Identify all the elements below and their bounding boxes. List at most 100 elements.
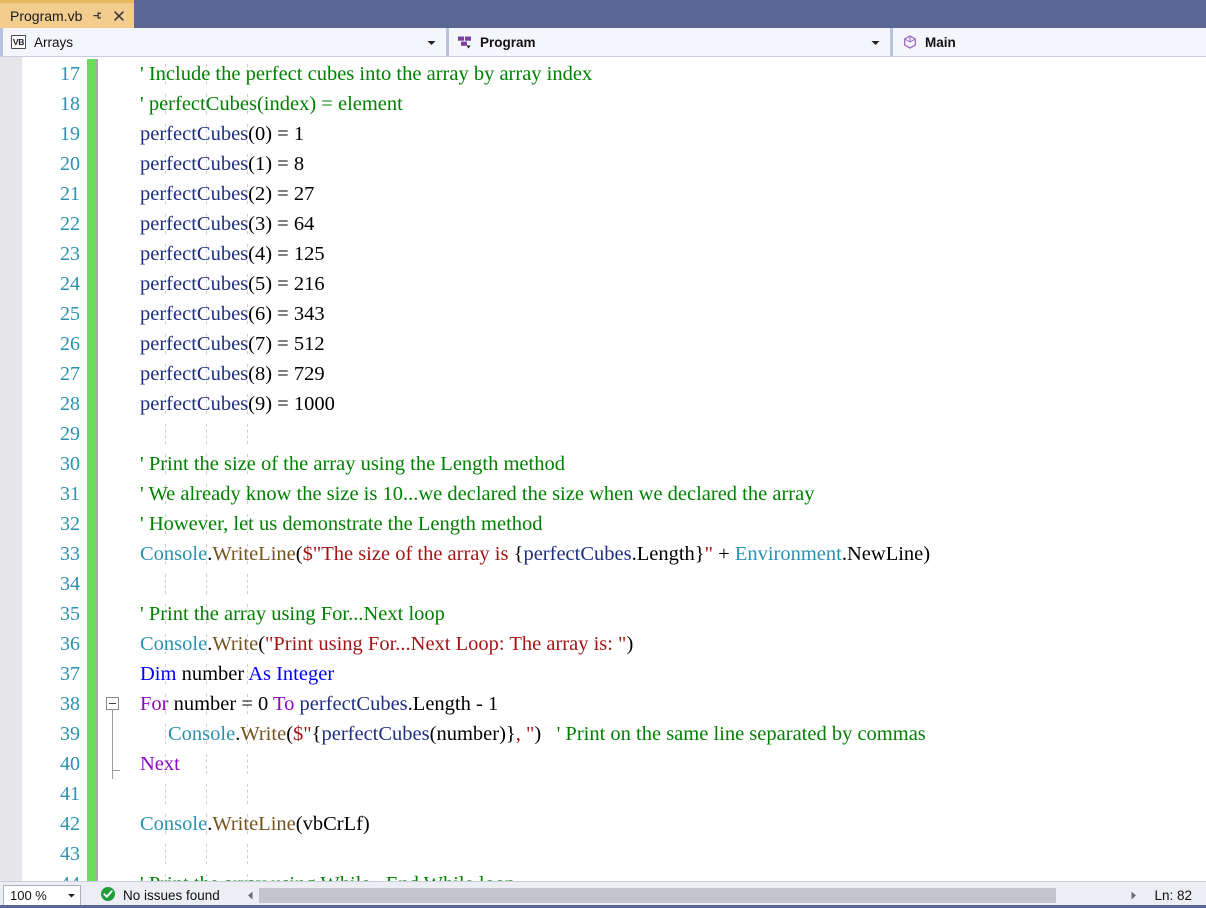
fold-column[interactable] [103, 659, 127, 689]
code-line[interactable]: 34 [22, 569, 1206, 599]
code-line-text[interactable]: For number = 0 To perfectCubes.Length - … [127, 694, 1206, 715]
fold-column[interactable] [103, 749, 127, 779]
code-line[interactable]: 31 ' We already know the size is 10...we … [22, 479, 1206, 509]
code-line[interactable]: 38 For number = 0 To perfectCubes.Length … [22, 689, 1206, 719]
fold-column[interactable] [103, 869, 127, 881]
triangle-right-icon[interactable] [1125, 887, 1142, 904]
code-line[interactable]: 17 ' Include the perfect cubes into the a… [22, 59, 1206, 89]
fold-column[interactable] [103, 299, 127, 329]
scrollbar-thumb[interactable] [258, 887, 1057, 903]
code-line[interactable]: 28 perfectCubes(9) = 1000 [22, 389, 1206, 419]
fold-column[interactable] [103, 389, 127, 419]
code-line[interactable]: 20 perfectCubes(1) = 8 [22, 149, 1206, 179]
zoom-level-dropdown[interactable]: 100 % [3, 884, 81, 906]
code-line[interactable]: 19 perfectCubes(0) = 1 [22, 119, 1206, 149]
code-line-text[interactable]: perfectCubes(3) = 64 [127, 214, 1206, 235]
fold-column[interactable] [103, 359, 127, 389]
triangle-left-icon[interactable] [242, 887, 259, 904]
code-line[interactable]: 29 [22, 419, 1206, 449]
code-line[interactable]: 22 perfectCubes(3) = 64 [22, 209, 1206, 239]
fold-column[interactable] [103, 119, 127, 149]
fold-column[interactable] [103, 839, 127, 869]
code-line-text[interactable]: perfectCubes(7) = 512 [127, 334, 1206, 355]
code-line-text[interactable]: ' Include the perfect cubes into the arr… [127, 64, 1206, 85]
code-line-text[interactable] [127, 843, 1206, 865]
code-line-text[interactable]: perfectCubes(0) = 1 [127, 124, 1206, 145]
fold-column[interactable] [103, 269, 127, 299]
code-line-text[interactable] [127, 423, 1206, 445]
issues-status[interactable]: No issues found [100, 886, 220, 905]
code-line[interactable]: 35 ' Print the array using For...Next loo… [22, 599, 1206, 629]
code-line-text[interactable]: ' We already know the size is 10...we de… [127, 484, 1206, 505]
code-region[interactable]: 17 ' Include the perfect cubes into the a… [22, 57, 1206, 881]
chevron-down-icon[interactable] [870, 37, 881, 48]
fold-column[interactable] [103, 629, 127, 659]
fold-column[interactable] [103, 569, 127, 599]
scrollbar-track[interactable] [258, 887, 1126, 903]
project-dropdown[interactable]: VB Arrays [0, 28, 446, 56]
selection-margin[interactable] [0, 57, 22, 881]
fold-column[interactable] [103, 779, 127, 809]
fold-column[interactable] [103, 149, 127, 179]
fold-column[interactable] [103, 809, 127, 839]
fold-column[interactable] [103, 59, 127, 89]
code-line[interactable]: 30 ' Print the size of the array using th… [22, 449, 1206, 479]
code-line-text[interactable]: Console.WriteLine(vbCrLf) [127, 814, 1206, 835]
fold-column[interactable] [103, 509, 127, 539]
code-line[interactable]: 21 perfectCubes(2) = 27 [22, 179, 1206, 209]
code-line-text[interactable]: ' Print the array using For...Next loop [127, 604, 1206, 625]
code-line[interactable]: 24 perfectCubes(5) = 216 [22, 269, 1206, 299]
code-line-text[interactable]: perfectCubes(5) = 216 [127, 274, 1206, 295]
fold-column[interactable] [103, 599, 127, 629]
code-line[interactable]: 25 perfectCubes(6) = 343 [22, 299, 1206, 329]
code-editor[interactable]: 17 ' Include the perfect cubes into the a… [0, 57, 1206, 881]
code-line[interactable]: 37 Dim number As Integer [22, 659, 1206, 689]
fold-column[interactable] [103, 689, 127, 719]
pin-icon[interactable] [89, 8, 104, 23]
code-line[interactable]: 36 Console.Write("Print using For...Next … [22, 629, 1206, 659]
horizontal-scrollbar[interactable] [241, 886, 1143, 904]
code-line-text[interactable]: perfectCubes(8) = 729 [127, 364, 1206, 385]
code-line-text[interactable]: ' However, let us demonstrate the Length… [127, 514, 1206, 535]
code-line-text[interactable]: Console.WriteLine($"The size of the arra… [127, 544, 1206, 565]
code-line-text[interactable]: Console.Write("Print using For...Next Lo… [127, 634, 1206, 655]
code-line-text[interactable]: Next [127, 754, 1206, 775]
code-line-text[interactable]: ' perfectCubes(index) = element [127, 94, 1206, 115]
collapse-region-button[interactable] [106, 697, 119, 710]
type-dropdown[interactable]: Program [446, 28, 890, 56]
code-line-text[interactable]: perfectCubes(2) = 27 [127, 184, 1206, 205]
fold-column[interactable] [103, 539, 127, 569]
code-line[interactable]: 40 Next [22, 749, 1206, 779]
code-line-text[interactable]: Console.Write($"{perfectCubes(number)}, … [127, 724, 1206, 745]
code-line-text[interactable]: perfectCubes(6) = 343 [127, 304, 1206, 325]
fold-column[interactable] [103, 179, 127, 209]
code-line-text[interactable]: perfectCubes(1) = 8 [127, 154, 1206, 175]
code-line-text[interactable]: ' Print the size of the array using the … [127, 454, 1206, 475]
code-line-text[interactable] [127, 573, 1206, 595]
code-line[interactable]: 41 [22, 779, 1206, 809]
code-line[interactable]: 39 Console.Write($"{perfectCubes(number)}… [22, 719, 1206, 749]
close-icon[interactable] [111, 8, 126, 23]
code-line[interactable]: 26 perfectCubes(7) = 512 [22, 329, 1206, 359]
code-line[interactable]: 23 perfectCubes(4) = 125 [22, 239, 1206, 269]
code-line[interactable]: 32 ' However, let us demonstrate the Leng… [22, 509, 1206, 539]
fold-column[interactable] [103, 719, 127, 749]
fold-column[interactable] [103, 239, 127, 269]
code-line-text[interactable]: perfectCubes(4) = 125 [127, 244, 1206, 265]
code-line[interactable]: 43 [22, 839, 1206, 869]
chevron-down-icon[interactable] [67, 891, 76, 900]
member-dropdown[interactable]: Main [890, 28, 1206, 56]
code-line[interactable]: 18 ' perfectCubes(index) = element [22, 89, 1206, 119]
code-line-text[interactable]: Dim number As Integer [127, 664, 1206, 685]
code-line[interactable]: 33 Console.WriteLine($"The size of the ar… [22, 539, 1206, 569]
document-tab-program-vb[interactable]: Program.vb [0, 0, 135, 28]
code-line[interactable]: 27 perfectCubes(8) = 729 [22, 359, 1206, 389]
fold-column[interactable] [103, 329, 127, 359]
code-line[interactable]: 42 Console.WriteLine(vbCrLf) [22, 809, 1206, 839]
fold-column[interactable] [103, 209, 127, 239]
code-line-text[interactable]: perfectCubes(9) = 1000 [127, 394, 1206, 415]
fold-column[interactable] [103, 89, 127, 119]
chevron-down-icon[interactable] [426, 37, 437, 48]
fold-column[interactable] [103, 479, 127, 509]
code-line-text[interactable] [127, 783, 1206, 805]
